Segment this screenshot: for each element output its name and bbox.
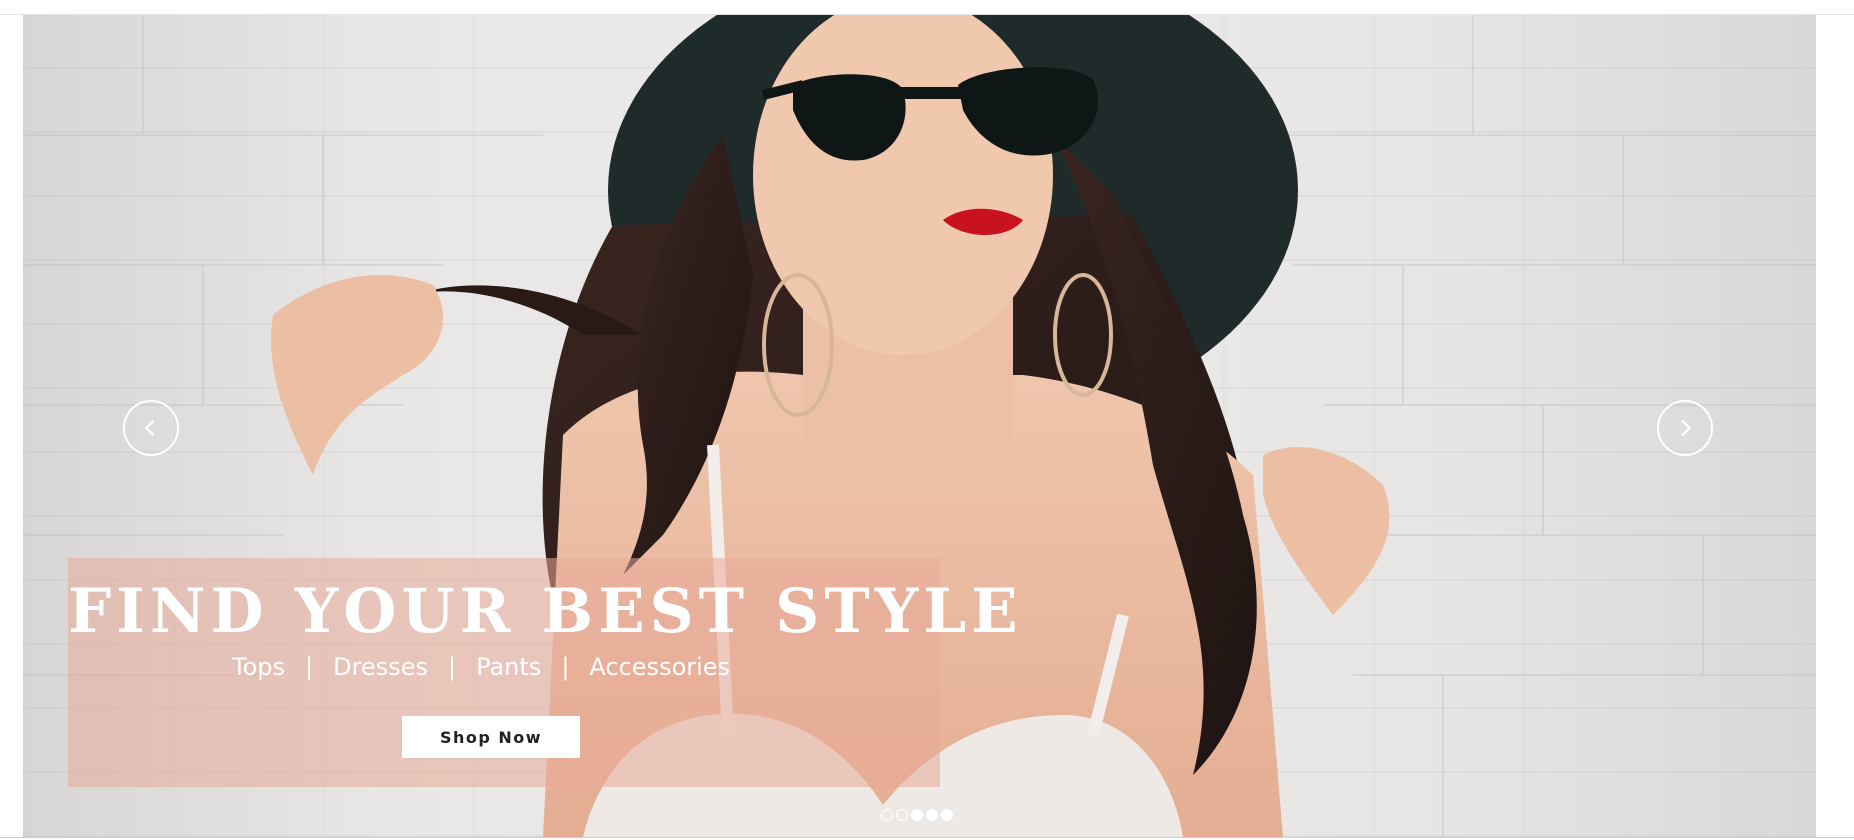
- bottom-divider: [0, 837, 1854, 838]
- shop-now-button[interactable]: Shop Now: [402, 716, 580, 758]
- page: FIND YOUR BEST STYLE Tops | Dresses | Pa…: [0, 0, 1854, 840]
- category-link-pants[interactable]: Pants: [476, 653, 541, 681]
- slide-dot-2[interactable]: [896, 809, 908, 821]
- chevron-right-icon: [1681, 419, 1692, 437]
- slide-pagination: [881, 809, 953, 821]
- slide-dot-4[interactable]: [926, 809, 938, 821]
- category-separator: |: [447, 653, 457, 681]
- category-link-dresses[interactable]: Dresses: [333, 653, 428, 681]
- category-separator: |: [305, 653, 314, 681]
- category-separator: |: [561, 653, 570, 681]
- hero-headline: FIND YOUR BEST STYLE: [68, 576, 1023, 647]
- slide-dot-1[interactable]: [881, 809, 893, 821]
- hero-slider[interactable]: FIND YOUR BEST STYLE Tops | Dresses | Pa…: [23, 15, 1816, 837]
- category-link-tops[interactable]: Tops: [232, 653, 285, 681]
- prev-slide-button[interactable]: [123, 400, 179, 456]
- category-links: Tops | Dresses | Pants | Accessories: [232, 653, 730, 681]
- slide-dot-5[interactable]: [941, 809, 953, 821]
- slide-dot-3[interactable]: [911, 809, 923, 821]
- chevron-left-icon: [144, 419, 155, 437]
- next-slide-button[interactable]: [1657, 400, 1713, 456]
- hero-caption-box: FIND YOUR BEST STYLE Tops | Dresses | Pa…: [68, 558, 1023, 787]
- category-link-accessories[interactable]: Accessories: [589, 653, 730, 681]
